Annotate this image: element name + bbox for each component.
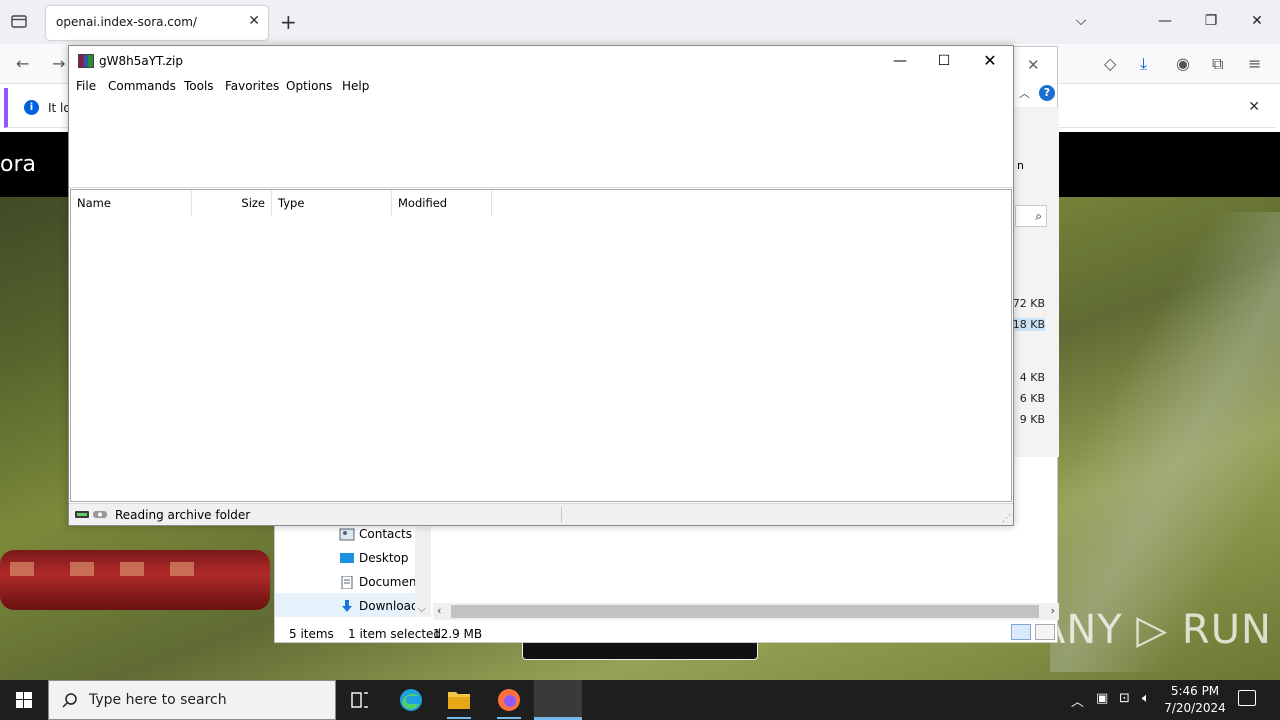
browser-tab[interactable]: openai.index-sora.com/ ✕	[46, 6, 268, 40]
downloads-arrow-icon	[342, 600, 352, 612]
clock-date: 7/20/2024	[1164, 701, 1226, 715]
menu-commands[interactable]: Commands	[108, 79, 176, 93]
explorer-status-bar: 5 items 1 item selected 12.9 MB	[275, 622, 1059, 644]
edge-browser-icon[interactable]	[387, 680, 435, 720]
back-arrow-icon[interactable]: ←	[16, 54, 29, 73]
nav-vertical-scrollbar[interactable]: ⌵	[415, 527, 431, 617]
status-divider	[561, 507, 562, 523]
task-view-icon[interactable]	[336, 680, 384, 720]
winrar-status-bar: Reading archive folder ⋰	[69, 503, 1013, 525]
search-placeholder: Type here to search	[89, 692, 227, 708]
file-size: 4 KB	[1019, 371, 1045, 384]
desktop-icon	[340, 553, 354, 563]
extensions-icon[interactable]: ⧉	[1212, 54, 1223, 74]
clock-time: 5:46 PM	[1170, 684, 1220, 698]
scroll-right-icon[interactable]: ›	[1051, 604, 1055, 617]
winrar-maximize-button[interactable]: ☐	[921, 46, 967, 76]
selection-size: 12.9 MB	[433, 627, 483, 641]
documents-icon	[341, 576, 353, 589]
winrar-status-text: Reading archive folder	[115, 508, 251, 522]
tab-title: openai.index-sora.com/	[56, 15, 197, 29]
tray-overflow-chevron-icon[interactable]: ︿	[1071, 691, 1084, 710]
anyrun-watermark: ANY ▷ RUN	[1038, 607, 1272, 653]
horizontal-scrollbar[interactable]: ‹ ›	[433, 603, 1059, 620]
explorer-partial-label: n	[1017, 159, 1024, 172]
file-explorer-icon[interactable]	[435, 680, 483, 720]
details-view-button[interactable]	[1011, 624, 1031, 640]
tab-list-icon[interactable]	[10, 13, 28, 29]
column-header-type[interactable]: Type	[272, 190, 392, 216]
winrar-toolbar-area	[69, 96, 1013, 188]
file-size-selected: 18 KB	[1011, 318, 1045, 331]
winrar-window: gW8h5aYT.zip — ☐ ✕ File Commands Tools F…	[68, 45, 1014, 526]
contacts-icon	[339, 528, 355, 541]
notification-close-icon[interactable]: ✕	[1248, 99, 1260, 115]
column-header-name[interactable]: Name	[71, 190, 192, 216]
background-train-image	[0, 550, 270, 610]
column-header-size[interactable]: Size	[192, 190, 272, 216]
chevron-up-icon[interactable]: ︿	[1019, 85, 1030, 101]
background-leaf-texture	[1050, 212, 1280, 672]
item-count: 5 items	[289, 627, 334, 641]
taskbar-search-box[interactable]: Type here to search	[48, 680, 336, 720]
winrar-title-bar[interactable]: gW8h5aYT.zip — ☐ ✕	[69, 46, 1013, 76]
taskbar-clock[interactable]: 5:46 PM 7/20/2024	[1160, 683, 1230, 717]
explorer-close-icon[interactable]: ✕	[1027, 56, 1040, 74]
forward-arrow-icon[interactable]: →	[52, 54, 65, 73]
downloads-icon[interactable]: ⤓	[1140, 54, 1147, 74]
network-icon[interactable]: ⊡	[1119, 691, 1130, 706]
new-tab-button[interactable]: +	[280, 10, 297, 34]
file-size: 72 KB	[1012, 297, 1045, 310]
notification-center-icon[interactable]	[1238, 690, 1256, 706]
pocket-icon[interactable]: ◇	[1104, 54, 1116, 73]
scroll-down-icon[interactable]: ⌵	[418, 604, 426, 615]
drive-status-icon	[75, 511, 107, 518]
explorer-search-icon[interactable]: ⌕	[1015, 205, 1047, 227]
windows-taskbar: Type here to search ︿ ▣ ⊡ 🔈︎ 5:46 PM 7/2…	[0, 680, 1280, 720]
search-icon	[62, 693, 77, 708]
windows-start-icon[interactable]	[0, 680, 48, 720]
tab-overflow-chevron-icon[interactable]: ⌵	[1058, 0, 1104, 44]
winrar-close-button[interactable]: ✕	[967, 46, 1013, 76]
page-brand: ora	[0, 152, 36, 177]
winrar-app-icon	[78, 54, 94, 68]
account-icon[interactable]: ◉	[1176, 54, 1190, 73]
menu-options[interactable]: Options	[286, 79, 332, 93]
file-size: 9 KB	[1019, 413, 1045, 426]
info-icon: i	[24, 100, 39, 115]
volume-icon[interactable]: 🔈︎	[1142, 691, 1150, 706]
menu-tools[interactable]: Tools	[184, 79, 214, 93]
archive-file-list[interactable]: Name Size Type Modified	[70, 189, 1012, 502]
winrar-menu-bar: File Commands Tools Favorites Options He…	[69, 76, 1013, 96]
column-header-modified[interactable]: Modified	[392, 190, 492, 216]
menu-help[interactable]: Help	[342, 79, 369, 93]
help-icon[interactable]: ?	[1039, 85, 1055, 101]
browser-tab-bar: openai.index-sora.com/ ✕ + ⌵ — ❐ ✕	[0, 0, 1280, 44]
minimize-window-button[interactable]: —	[1142, 0, 1188, 44]
tray-device-icon[interactable]: ▣	[1096, 691, 1108, 706]
close-window-button[interactable]: ✕	[1234, 0, 1280, 44]
winrar-title: gW8h5aYT.zip	[99, 54, 184, 68]
winrar-minimize-button[interactable]: —	[877, 46, 923, 76]
file-size: 6 KB	[1019, 392, 1045, 405]
tab-close-icon[interactable]: ✕	[248, 13, 260, 29]
restore-window-button[interactable]: ❐	[1188, 0, 1234, 44]
menu-hamburger-icon[interactable]: ≡	[1248, 54, 1261, 73]
horizontal-scroll-thumb[interactable]	[451, 605, 1039, 618]
menu-favorites[interactable]: Favorites	[225, 79, 279, 93]
menu-file[interactable]: File	[76, 79, 96, 93]
winrar-taskbar-button[interactable]	[534, 680, 582, 720]
scroll-left-icon[interactable]: ‹	[437, 604, 441, 617]
resize-grip-icon[interactable]: ⋰	[1002, 514, 1011, 524]
firefox-icon[interactable]	[485, 680, 533, 720]
selection-count: 1 item selected	[348, 627, 442, 641]
large-icons-view-button[interactable]	[1035, 624, 1055, 640]
